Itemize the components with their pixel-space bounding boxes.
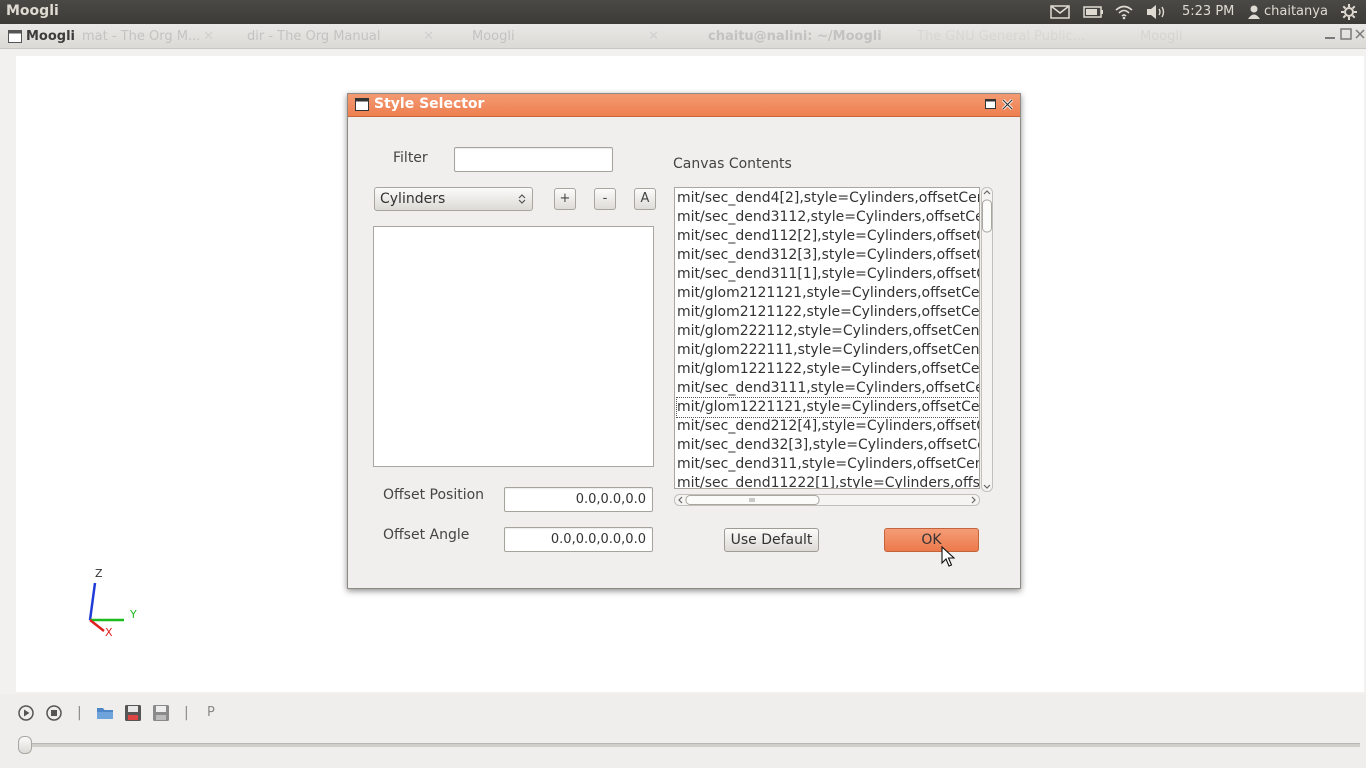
list-item[interactable]: mit/sec_dend11222[1],style=Cylinders,off… [677, 474, 979, 488]
tab-terminal[interactable]: chaitu@nalini: ~/Moogli [686, 26, 901, 48]
x-axis-label: X [105, 626, 113, 639]
left-margin [0, 56, 16, 692]
list-item[interactable]: mit/glom2121122,style=Cylinders,offsetCe… [677, 303, 979, 322]
style-list[interactable] [373, 226, 654, 467]
filter-label: Filter [393, 150, 428, 166]
save-png-icon[interactable] [124, 704, 142, 722]
tab-org-manual-dir[interactable]: dir - The Org Manual ✕ [225, 26, 440, 48]
list-item[interactable]: mit/glom1221121,style=Cylinders,offsetCe… [676, 397, 979, 418]
list-item[interactable]: mit/sec_dend4[2],style=Cylinders,offsetC… [677, 189, 979, 208]
wifi-icon[interactable] [1114, 3, 1134, 21]
mouse-cursor-icon [941, 545, 956, 572]
close-icon[interactable] [1001, 97, 1014, 111]
list-item[interactable]: mit/sec_dend112[2],style=Cylinders,offse… [677, 227, 979, 246]
list-item[interactable]: mit/sec_dend212[4],style=Cylinders,offse… [677, 417, 979, 436]
dialog-titlebar[interactable]: Style Selector [348, 94, 1020, 117]
axes-gizmo: Z Y X [80, 565, 150, 645]
bottom-toolbar [0, 694, 1366, 768]
window-icon [355, 98, 369, 111]
list-item[interactable]: mit/glom222112,style=Cylinders,offsetCen… [677, 322, 979, 341]
minimize-icon[interactable] [1324, 28, 1336, 43]
style-select[interactable]: Cylinders [374, 187, 533, 211]
p-button[interactable]: P [207, 705, 215, 720]
use-default-button[interactable]: Use Default [724, 528, 819, 552]
y-axis-label: Y [130, 608, 137, 621]
window-tab-strip: Moogli mat - The Org M... ✕ dir - The Or… [0, 24, 1366, 49]
maximize-icon[interactable] [1340, 28, 1352, 43]
tab-moogli-3[interactable]: Moogli [1118, 26, 1288, 48]
list-item[interactable]: mit/sec_dend312[3],style=Cylinders,offse… [677, 246, 979, 265]
maximize-icon[interactable] [984, 97, 997, 111]
user-icon[interactable] [1247, 3, 1261, 21]
list-item[interactable]: mit/sec_dend32[3],style=Cylinders,offset… [677, 436, 979, 455]
list-item[interactable]: mit/sec_dend3112,style=Cylinders,offsetC… [677, 208, 979, 227]
save-avi-icon[interactable] [152, 704, 170, 722]
gear-icon[interactable] [1340, 3, 1358, 21]
canvas-contents-list[interactable]: mit/sec_dend4[2],style=Cylinders,offsetC… [674, 187, 980, 489]
list-item[interactable]: mit/sec_dend3111,style=Cylinders,offsetC… [677, 379, 979, 398]
battery-icon[interactable] [1083, 3, 1105, 21]
timeline-slider-handle[interactable] [18, 736, 32, 754]
apply-all-button[interactable]: A [634, 188, 656, 210]
filter-input[interactable] [454, 147, 613, 172]
tab-label: dir - The Org Manual [247, 29, 381, 44]
x-axis-line [89, 619, 105, 632]
close-window-icon[interactable] [1354, 28, 1366, 43]
tab-label: Moogli [1140, 29, 1183, 44]
tab-gpl[interactable]: The GNU General Public... [895, 26, 1110, 48]
tab-label: The GNU General Public... [917, 29, 1085, 44]
tab-label: chaitu@nalini: ~/Moogli [708, 29, 882, 44]
tab-label: mat - The Org M... [82, 29, 201, 44]
list-item[interactable]: mit/glom222111,style=Cylinders,offsetCen… [677, 341, 979, 360]
style-select-value: Cylinders [380, 191, 446, 207]
tab-org-manual-mat[interactable]: mat - The Org M... ✕ [60, 26, 220, 48]
horizontal-scrollbar[interactable] [674, 493, 980, 507]
offset-angle-label: Offset Angle [383, 527, 470, 543]
list-item[interactable]: mit/glom1221122,style=Cylinders,offsetCe… [677, 360, 979, 379]
close-icon[interactable]: ✕ [203, 29, 214, 44]
top-panel: Moogli 5:23 PM chaitanya [0, 0, 1366, 24]
list-item[interactable]: mit/sec_dend311[1],style=Cylinders,offse… [677, 265, 979, 284]
offset-angle-input[interactable] [504, 527, 653, 552]
tab-label: Moogli [472, 29, 515, 44]
offset-position-label: Offset Position [383, 487, 485, 503]
add-button[interactable]: + [554, 188, 576, 210]
close-icon[interactable]: ✕ [423, 29, 434, 44]
toolbar-separator: | [77, 705, 82, 721]
canvas-contents-label: Canvas Contents [673, 156, 792, 172]
window-icon [8, 30, 22, 43]
offset-position-input[interactable] [504, 487, 653, 512]
remove-button[interactable]: - [594, 188, 616, 210]
volume-icon[interactable] [1145, 3, 1167, 21]
select-arrows-icon [518, 194, 526, 204]
tab-moogli-2[interactable]: Moogli ✕ [450, 26, 665, 48]
play-icon[interactable] [17, 704, 35, 722]
mail-icon[interactable] [1050, 3, 1070, 21]
app-name: Moogli [6, 3, 59, 19]
list-item[interactable]: mit/glom2121121,style=Cylinders,offsetCe… [677, 284, 979, 303]
z-axis-line [88, 582, 97, 621]
toolbar-separator: | [184, 705, 189, 721]
dialog-title: Style Selector [374, 96, 485, 112]
close-icon[interactable]: ✕ [648, 29, 659, 44]
user-name[interactable]: chaitanya [1264, 4, 1328, 19]
list-item[interactable]: mit/sec_dend311,style=Cylinders,offsetCe… [677, 455, 979, 474]
timeline-slider-track[interactable] [20, 743, 1360, 747]
clock[interactable]: 5:23 PM [1182, 4, 1234, 19]
folder-open-icon[interactable] [96, 704, 114, 722]
vertical-scrollbar[interactable] [981, 187, 993, 492]
z-axis-label: Z [95, 567, 103, 580]
ok-button[interactable]: OK [884, 528, 979, 552]
stop-icon[interactable] [45, 704, 63, 722]
